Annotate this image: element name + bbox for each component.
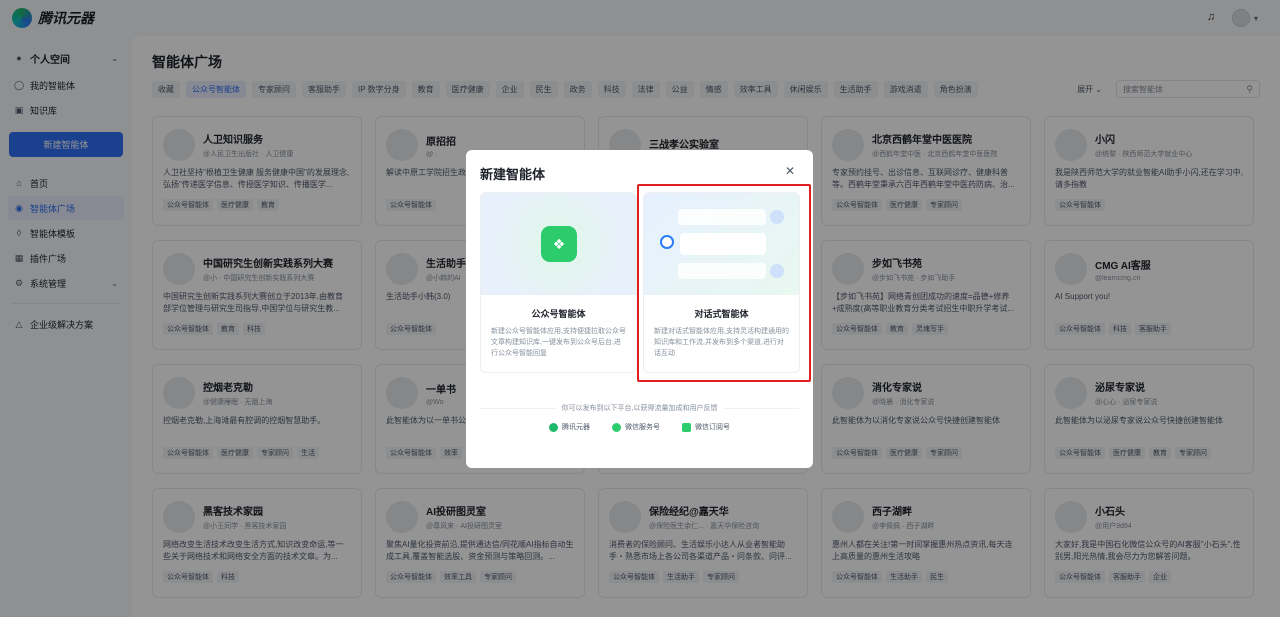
publish-note: 你可以发布到以下平台,以获得流量加成和用户反馈 [466, 403, 813, 413]
wechat-service-icon [612, 422, 621, 432]
wechat-subscription-icon [682, 422, 691, 432]
yuanqi-icon [549, 422, 558, 432]
platform-label: 微信订阅号 [695, 424, 730, 431]
platform-wechat-subscription: 微信订阅号 [682, 422, 730, 432]
app-root: 腾讯元器 ♫ ▾ ● 个人空间 ⌄ ◯ 我的智能体 ▣ 知识库 新建智能体 ⌂ … [0, 0, 1280, 617]
wechat-icon: ❖ [541, 226, 577, 262]
platform-yuanqi: 腾讯元器 [549, 422, 590, 432]
platform-wechat-service: 微信服务号 [612, 422, 660, 432]
option-title: 公众号智能体 [531, 309, 586, 319]
option-description: 新建公众号智能体应用,支持便捷拉取公众号文章构建知识库,一键发布到公众号后台,进… [491, 328, 626, 357]
platform-list: 腾讯元器 微信服务号 微信订阅号 [466, 422, 813, 432]
platform-label: 微信服务号 [625, 424, 660, 431]
platform-label: 腾讯元器 [562, 424, 590, 431]
option-official-account-agent[interactable]: ❖ 公众号智能体 新建公众号智能体应用,支持便捷拉取公众号文章构建知识库,一键发… [480, 192, 637, 373]
highlight-box [637, 184, 811, 382]
modal-title: 新建智能体 [480, 167, 546, 182]
option-illustration: ❖ [481, 193, 636, 295]
publish-note-text: 你可以发布到以下平台,以获得流量加成和用户反馈 [555, 405, 724, 412]
close-icon[interactable]: ✕ [785, 164, 795, 178]
